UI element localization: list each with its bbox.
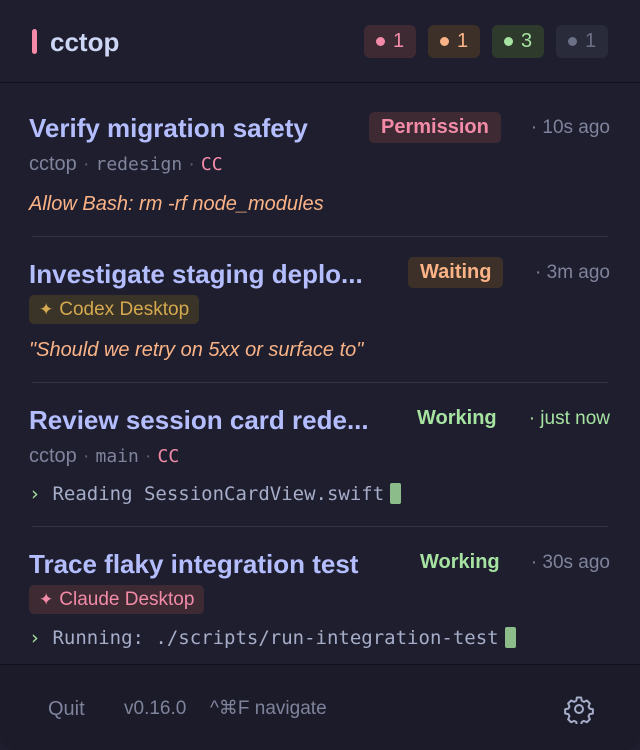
permission-count-badge[interactable]: 1 [364, 25, 416, 58]
divider [32, 526, 608, 527]
project-name: cctop [29, 445, 77, 467]
brand-accent-bar [32, 29, 37, 54]
session-detail: Allow Bash: rm -rf node_modules [29, 193, 324, 215]
app-name: Codex Desktop [59, 299, 190, 320]
gear-icon[interactable] [564, 694, 594, 724]
meta-separator: · [144, 445, 152, 467]
session-title: Investigate staging deplo... [29, 259, 363, 289]
sparkle-icon: ✦ [39, 300, 54, 319]
session-title: Review session card rede... [29, 405, 369, 435]
session-title: Verify migration safety [29, 113, 308, 143]
meta-separator: · [188, 153, 195, 175]
activity-text: Running: ./scripts/run-integration-test [52, 627, 499, 649]
orange-dot-icon [439, 37, 449, 46]
session-time: · 10s ago [530, 117, 610, 138]
app-title: cctop [50, 27, 120, 57]
activity-text: Reading SessionCardView.swift [52, 483, 385, 505]
gray-dot-icon [567, 37, 577, 46]
status-badge: Permission [369, 112, 501, 143]
project-name: cctop [29, 153, 77, 175]
status-badges: 1 1 3 1 [364, 25, 608, 58]
meta-separator: · [82, 153, 90, 175]
version-label: v0.16.0 [124, 698, 187, 719]
cursor-block [504, 627, 516, 648]
session-detail: › Running: ./scripts/run-integration-test [29, 625, 516, 651]
keyboard-hint: ^⌘F navigate [210, 698, 327, 719]
agent-tag: CC [157, 446, 180, 467]
session-time: · just now [528, 408, 610, 429]
footer: Quit v0.16.0 ^⌘F navigate [0, 664, 640, 750]
status-badge: Waiting [408, 257, 504, 288]
header: cctop 1 1 3 1 [0, 0, 640, 83]
cursor-block [390, 483, 402, 504]
status-badge: Working [417, 407, 497, 429]
session-meta: cctop · redesign · CC [29, 151, 223, 178]
idle-count-badge[interactable]: 1 [556, 25, 608, 58]
meta-separator: · [82, 445, 90, 467]
chevron-right-icon: › [29, 483, 41, 505]
branch-name: redesign [95, 154, 183, 175]
badge-count: 3 [520, 30, 533, 52]
chevron-right-icon: › [29, 627, 41, 649]
session-meta: cctop · main · CC [29, 443, 179, 470]
divider [32, 236, 608, 237]
sparkle-icon: ✦ [39, 590, 54, 609]
quit-button[interactable]: Quit [48, 696, 85, 722]
app-chip: ✦ Claude Desktop [29, 585, 205, 614]
session-detail: "Should we retry on 5xx or surface to" [29, 339, 364, 361]
waiting-count-badge[interactable]: 1 [428, 25, 480, 58]
badge-count: 1 [392, 30, 405, 52]
badge-count: 1 [456, 30, 469, 52]
red-dot-icon [375, 37, 385, 46]
working-count-badge[interactable]: 3 [492, 25, 544, 58]
popover-panel: cctop 1 1 3 1 Verify migration safety Pe… [0, 0, 640, 750]
session-title: Trace flaky integration test [29, 549, 359, 579]
session-time: · 3m ago [535, 262, 610, 283]
badge-count: 1 [584, 30, 597, 52]
green-dot-icon [503, 37, 513, 46]
app-chip: ✦ Codex Desktop [29, 295, 200, 324]
agent-tag: CC [200, 154, 223, 175]
divider [32, 382, 608, 383]
status-badge: Working [420, 551, 500, 573]
session-time: · 30s ago [530, 552, 610, 573]
app-name: Claude Desktop [59, 589, 195, 610]
branch-name: main [95, 446, 139, 467]
session-detail: › Reading SessionCardView.swift [29, 481, 402, 507]
